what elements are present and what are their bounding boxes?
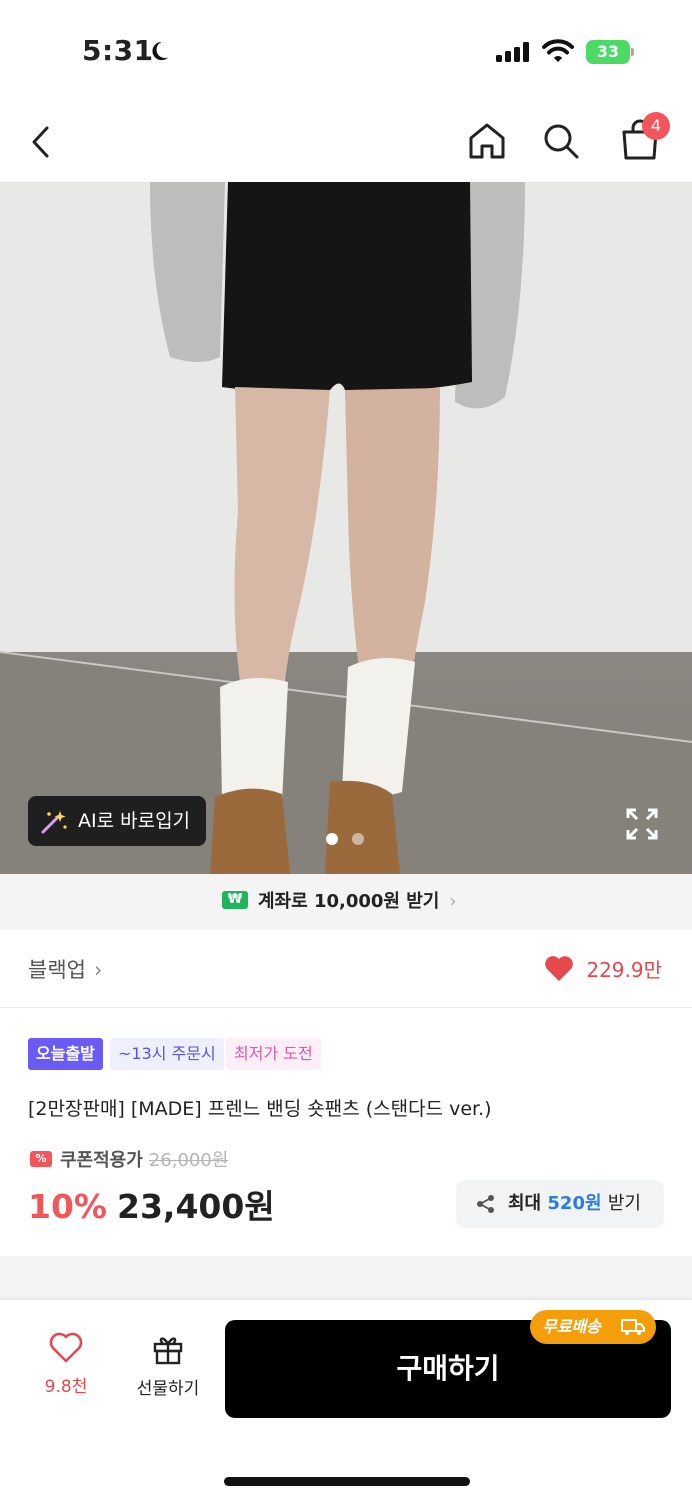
- magic-wand-icon: [41, 811, 67, 834]
- battery-level: 33: [586, 40, 630, 64]
- status-bar: 5:31 33: [0, 0, 692, 100]
- top-navigation: [0, 100, 692, 182]
- product-image[interactable]: [0, 182, 692, 874]
- heart-outline-icon: [49, 1332, 83, 1363]
- cart-count-badge: 4: [642, 112, 670, 140]
- brand-name: 블랙업: [28, 958, 86, 982]
- gift-icon: [153, 1337, 183, 1365]
- banner-text: 계좌로 10,000원 받기: [258, 891, 440, 912]
- chevron-right-icon: ›: [93, 958, 103, 982]
- bank-account-promo-banner[interactable]: ₩ 계좌로 10,000원 받기 ›: [0, 874, 692, 930]
- product-photo: [0, 182, 692, 874]
- chevron-right-icon: ›: [449, 891, 457, 912]
- wishlist-button[interactable]: 9.8천: [30, 1332, 102, 1397]
- gift-label: 선물하기: [136, 1379, 200, 1399]
- clock: 5:31: [82, 34, 154, 67]
- sale-price: 23,400원: [117, 1187, 275, 1226]
- brand-like-count: 229.9만: [586, 958, 662, 982]
- wifi-icon: [542, 39, 574, 62]
- product-title: [2만장판매] [MADE] 프렌느 밴딩 숏팬츠 (스탠다드 ver.): [28, 1098, 492, 1120]
- tag-same-day-shipping: 오늘출발: [28, 1038, 103, 1070]
- tag-lowest-price: 최저가 도전: [226, 1038, 321, 1070]
- carousel-indicator: [326, 833, 366, 845]
- won-icon: ₩: [222, 891, 248, 909]
- free-shipping-label: 무료배송: [542, 1317, 601, 1336]
- home-indicator: [224, 1477, 470, 1486]
- heart-filled-icon: [545, 956, 574, 981]
- wishlist-count: 9.8천: [44, 1377, 88, 1397]
- battery-icon: 33: [586, 40, 634, 64]
- discount-rate: 10%: [28, 1187, 107, 1226]
- free-shipping-badge: 무료배송: [530, 1310, 656, 1344]
- share-prefix: 최대: [508, 1193, 542, 1214]
- fullscreen-expand-icon[interactable]: [624, 806, 660, 842]
- tag-order-cutoff: ~13시 주문시: [110, 1038, 224, 1070]
- original-price: 26,000원: [148, 1150, 229, 1171]
- gift-button[interactable]: 선물하기: [128, 1332, 208, 1399]
- bottom-action-bar: 9.8천 선물하기 구매하기 무료배송: [0, 1300, 692, 1500]
- brand-like-button[interactable]: 229.9만: [545, 954, 662, 983]
- cellular-signal-icon: [496, 42, 529, 62]
- home-icon[interactable]: [466, 120, 508, 162]
- brand-row: 블랙업 › 229.9만: [0, 930, 692, 1008]
- back-arrow-icon[interactable]: [26, 124, 56, 160]
- carousel-dot[interactable]: [326, 833, 338, 845]
- share-amount: 520원: [547, 1193, 602, 1214]
- coupon-label: 쿠폰적용가: [60, 1150, 143, 1171]
- ai-try-on-button[interactable]: AI로 바로입기: [28, 796, 206, 846]
- price-row: 10% 23,400원: [28, 1180, 275, 1228]
- truck-icon: [621, 1319, 645, 1335]
- ai-try-on-label: AI로 바로입기: [78, 810, 191, 832]
- moon-icon: [152, 41, 169, 61]
- section-divider: [0, 1256, 692, 1300]
- search-icon[interactable]: [542, 122, 580, 160]
- share-icon: [477, 1195, 494, 1213]
- brand-link[interactable]: 블랙업 ›: [28, 954, 102, 984]
- carousel-dot[interactable]: [352, 833, 364, 845]
- coupon-icon: %: [30, 1151, 52, 1167]
- coupon-price-row: % 쿠폰적용가 26,000원: [30, 1146, 228, 1172]
- share-reward-button[interactable]: 최대 520원 받기: [456, 1180, 664, 1228]
- share-suffix: 받기: [607, 1193, 641, 1214]
